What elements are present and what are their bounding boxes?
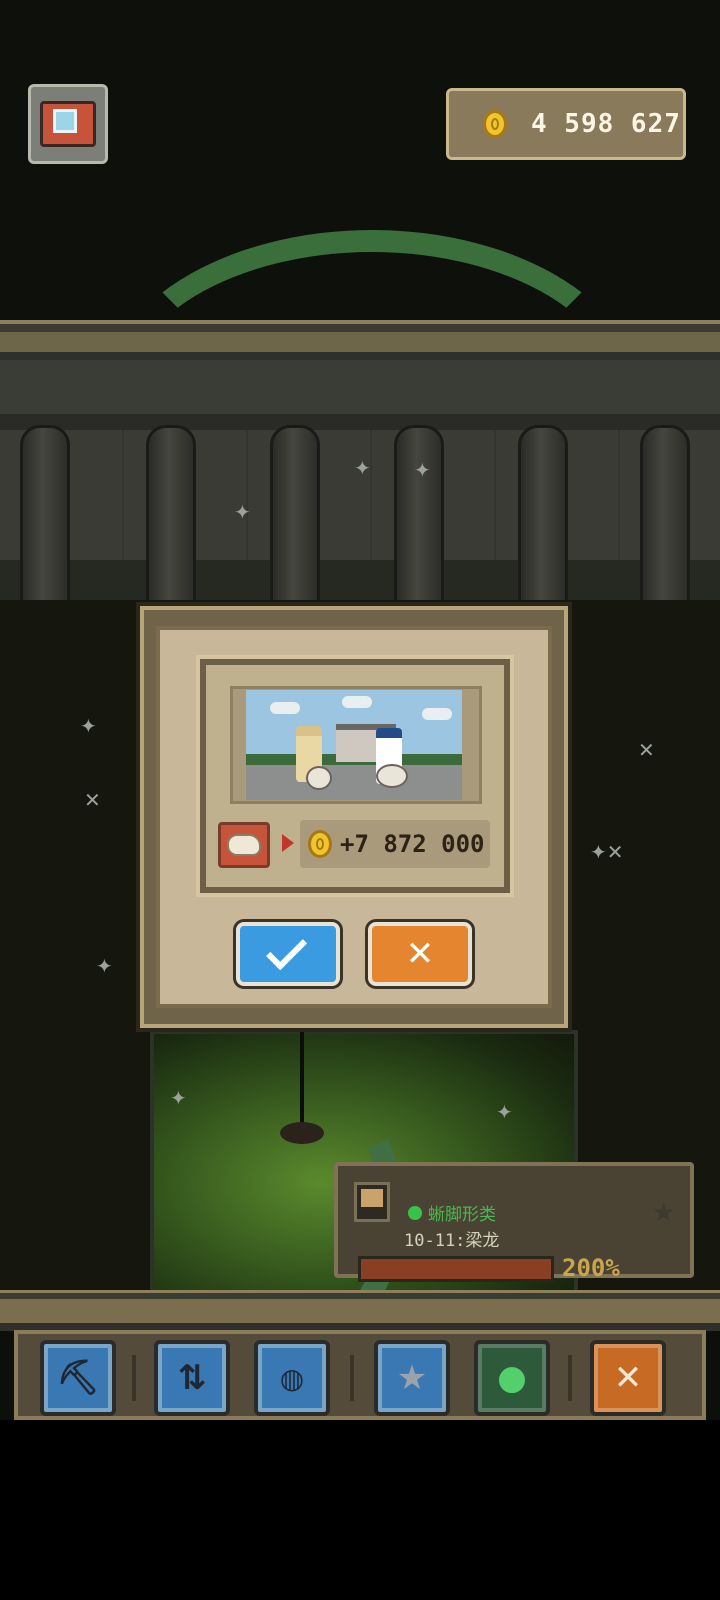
sparkle-icon: ✦ bbox=[96, 954, 113, 978]
star-icon: ★ bbox=[396, 1358, 428, 1398]
sparkle-icon: ✦✕ bbox=[590, 840, 624, 864]
fossil-icon bbox=[227, 834, 261, 856]
progress-percent: 200% bbox=[562, 1254, 620, 1282]
swap-button[interactable]: ⇅ bbox=[154, 1340, 230, 1416]
reward-amount: +7 872 000 bbox=[340, 830, 485, 858]
sparkle-icon: ✦ bbox=[354, 456, 371, 480]
monitor-icon bbox=[354, 1182, 390, 1222]
hint-button[interactable]: ● bbox=[474, 1340, 550, 1416]
lamp-base bbox=[280, 1122, 324, 1144]
star-icon[interactable]: ★ bbox=[652, 1198, 675, 1228]
wall-base bbox=[0, 560, 720, 600]
toolbar-separator bbox=[132, 1355, 136, 1401]
column bbox=[518, 425, 568, 621]
close-icon: ✕ bbox=[405, 934, 435, 974]
pickaxe-icon: ⛏ bbox=[56, 1358, 100, 1398]
lightbulb-icon: ● bbox=[497, 1358, 527, 1398]
favorite-button[interactable]: ★ bbox=[374, 1340, 450, 1416]
museum-sale-illustration bbox=[246, 690, 462, 800]
swap-icon: ⇅ bbox=[177, 1358, 207, 1398]
column bbox=[640, 425, 690, 621]
fossil-item-badge bbox=[218, 822, 270, 868]
reward-amount-box: +7 872 000 bbox=[300, 820, 490, 868]
column bbox=[270, 425, 320, 621]
ceiling-beam bbox=[0, 320, 720, 434]
cloud-icon bbox=[270, 702, 300, 714]
progress-fill bbox=[361, 1259, 551, 1279]
money-bag-icon bbox=[306, 766, 332, 790]
close-icon: ✕ bbox=[613, 1358, 643, 1398]
sparkle-icon: ✕ bbox=[84, 788, 101, 812]
sparkle-icon: ✦ bbox=[414, 458, 431, 482]
sparkle-icon: ✕ bbox=[638, 738, 655, 762]
sparkle-icon: ✦ bbox=[496, 1100, 513, 1124]
fossil-bone-icon bbox=[376, 764, 408, 788]
toolbar-separator bbox=[350, 1355, 354, 1401]
toolbar-separator bbox=[568, 1355, 572, 1401]
arrow-right-icon bbox=[282, 834, 294, 852]
cancel-button[interactable]: ✕ bbox=[368, 922, 472, 986]
coin-icon bbox=[308, 830, 332, 858]
sparkle-icon: ✦ bbox=[170, 1086, 187, 1110]
cloud-icon bbox=[422, 708, 452, 720]
checkmark-icon bbox=[266, 929, 308, 971]
category-status-dot bbox=[408, 1206, 422, 1220]
lamp-pole bbox=[300, 1032, 304, 1130]
sparkle-icon: ✦ bbox=[234, 500, 251, 524]
museum-wall bbox=[0, 430, 720, 570]
column bbox=[394, 425, 444, 621]
specimen-label: 10-11:梁龙 bbox=[404, 1231, 500, 1251]
column bbox=[20, 425, 70, 621]
category-label: 蜥脚形类 bbox=[428, 1205, 496, 1225]
cloud-icon bbox=[342, 696, 372, 708]
money-bag-icon: ◍ bbox=[279, 1361, 305, 1395]
sparkle-icon: ✦ bbox=[80, 714, 97, 738]
toolbar-beam bbox=[0, 1290, 720, 1331]
money-bag-button[interactable]: ◍ bbox=[254, 1340, 330, 1416]
coin-counter: 4 598 627 bbox=[446, 88, 686, 160]
camera-button[interactable] bbox=[28, 84, 108, 164]
coin-balance: 4 598 627 bbox=[531, 109, 681, 139]
confirm-button[interactable] bbox=[236, 922, 340, 986]
camera-icon bbox=[40, 101, 96, 147]
pickaxe-button[interactable]: ⛏ bbox=[40, 1340, 116, 1416]
completion-progress-bar bbox=[358, 1256, 554, 1282]
close-toolbar-button[interactable]: ✕ bbox=[590, 1340, 666, 1416]
screen-bottom bbox=[0, 1420, 720, 1600]
coin-icon bbox=[483, 110, 507, 138]
column bbox=[146, 425, 196, 621]
